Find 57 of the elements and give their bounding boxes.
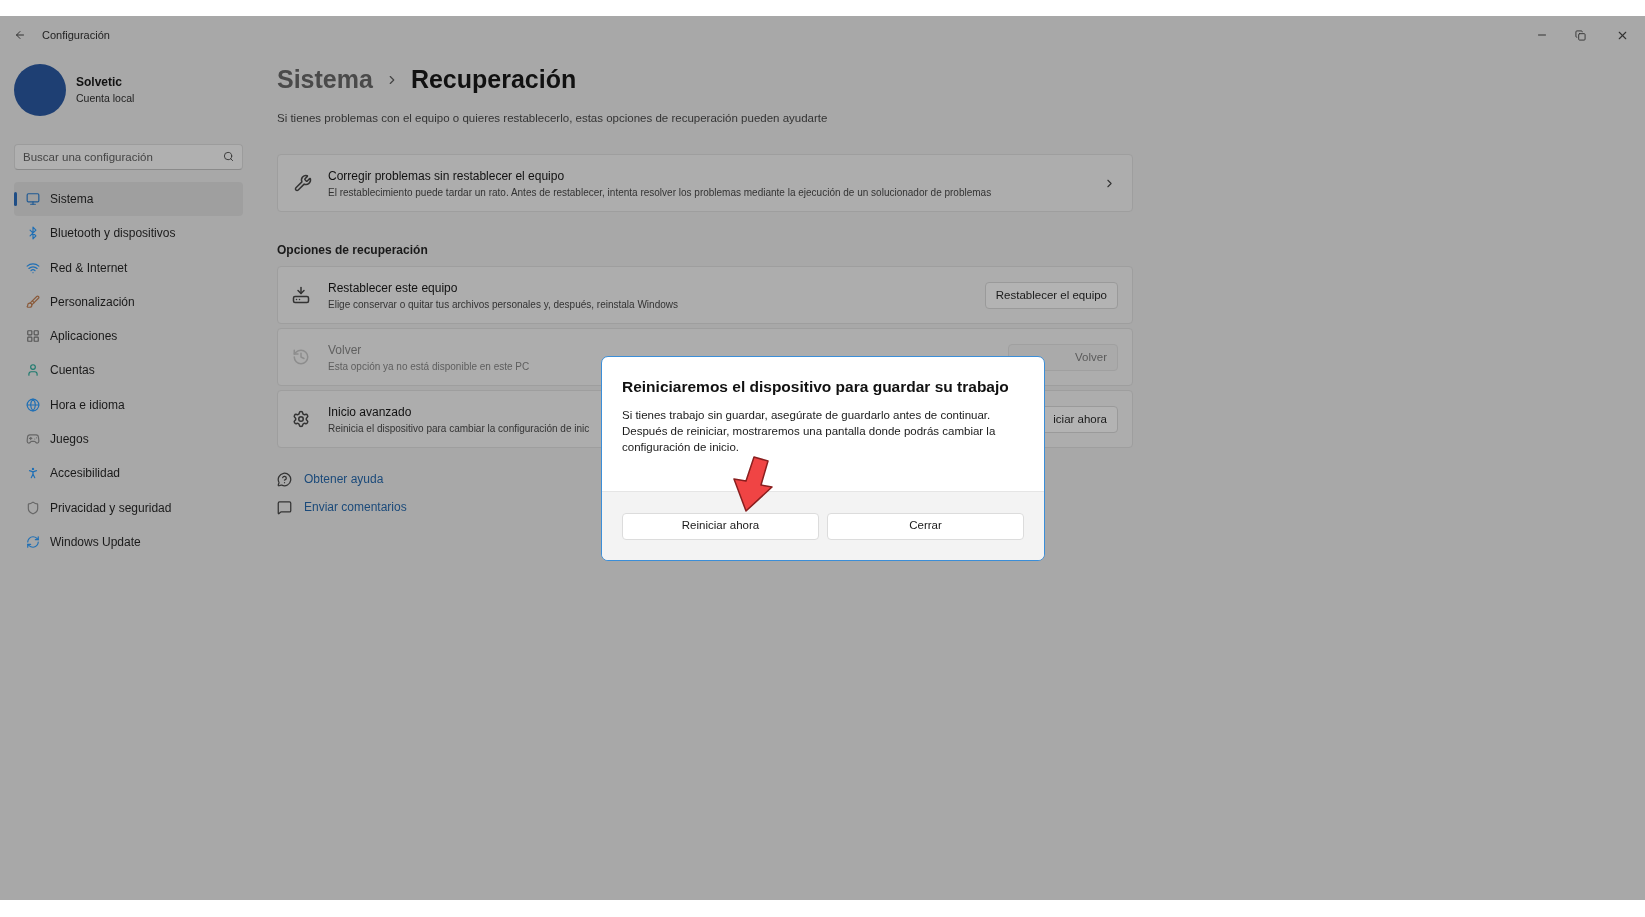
arrow-icon (730, 455, 776, 513)
monitor-icon (26, 192, 40, 206)
breadcrumb-parent[interactable]: Sistema (277, 61, 373, 99)
dialog-message: Si tienes trabajo sin guardar, asegúrate de guardarlo antes de continuar. Después de reiniciar, mostraremos una pantalla donde podrás cambiar la configuración de inicio. (622, 408, 997, 455)
option-title: Volver (328, 341, 362, 359)
nav-item[interactable]: Red & Internet (14, 250, 243, 285)
option-title: Restablecer este equipo (328, 279, 458, 297)
option-subtitle: Esta opción ya no está disponible en este PC (328, 359, 530, 374)
help-link[interactable]: Enviar comentarios (304, 498, 407, 517)
brush-icon (26, 294, 40, 309)
wifi-icon (26, 260, 40, 275)
search-icon (223, 151, 234, 162)
dialog-title: Reiniciaremos el dispositivo para guardar su trabajo (622, 377, 1009, 397)
nav-item[interactable]: Privacidad y seguridad (14, 490, 243, 525)
nav-item[interactable]: Hora e idioma (14, 387, 243, 422)
option-title: Inicio avanzado (328, 403, 412, 421)
help-icon (277, 471, 292, 487)
avatar (14, 64, 66, 116)
nav-item[interactable]: Personalización (14, 284, 243, 319)
apps-icon (26, 329, 40, 344)
page-title: Recuperación (410, 64, 577, 96)
accessibility-icon (26, 466, 40, 481)
section-title: Opciones de recuperación (277, 242, 429, 260)
dialog-button[interactable]: Cerrar (827, 512, 1024, 540)
option-subtitle: Elige conservar o quitar tus archivos personales y, después, reinstala Windows (328, 297, 678, 312)
page-description: Si tienes problemas con el equipo o quieres restablecerlo, estas opciones de recuperación pueden ayudarte (277, 111, 829, 126)
nav-item[interactable]: Cuentas (14, 353, 243, 388)
gamepad-icon (26, 432, 40, 447)
restore-icon (1574, 29, 1586, 41)
account-type: Cuenta local (76, 91, 135, 107)
nav-item[interactable]: Bluetooth y dispositivos (14, 216, 243, 251)
shield-icon (26, 500, 40, 515)
search-field[interactable]: Buscar una configuración (14, 144, 243, 170)
gear-icon (292, 410, 310, 429)
nav-item[interactable]: Aplicaciones (14, 319, 243, 354)
reset-icon (292, 286, 310, 305)
wrench-icon (294, 174, 312, 193)
back-button[interactable] (14, 29, 26, 41)
dialog-button[interactable]: Reiniciar ahora (622, 512, 819, 540)
card-title: Corregir problemas sin restablecer el equipo (328, 167, 566, 185)
selection-indicator (14, 192, 17, 206)
nav-item[interactable]: Juegos (14, 422, 243, 457)
nav-item[interactable]: Sistema (14, 182, 243, 216)
window-title: Configuración (42, 27, 110, 43)
card-subtitle: El restablecimiento puede tardar un rato. Antes de restablecer, intenta resolver los problemas mediante la ejecución de un solucionador de problemas (328, 185, 993, 200)
feedback-icon (277, 499, 292, 515)
fix-problems-card[interactable]: Corregir problemas sin restablecer el equipo El restablecimiento puede tardar un rato. Antes de restablecer, intenta resolver los problemas mediante la ejecución de un solucionador de problemas (277, 154, 1133, 213)
history-icon (292, 348, 310, 367)
globe-icon (26, 397, 40, 412)
option-subtitle: Reinicia el dispositivo para cambiar la configuración de inic (328, 421, 590, 436)
update-icon (26, 534, 40, 549)
help-link[interactable]: Obtener ayuda (304, 470, 384, 489)
nav-item[interactable]: Accesibilidad (14, 456, 243, 491)
person-icon (26, 363, 40, 378)
nav-item[interactable]: Windows Update (14, 524, 243, 559)
option-button[interactable]: Restablecer el equipo (984, 281, 1118, 309)
account-name: Solvetic (76, 74, 124, 92)
